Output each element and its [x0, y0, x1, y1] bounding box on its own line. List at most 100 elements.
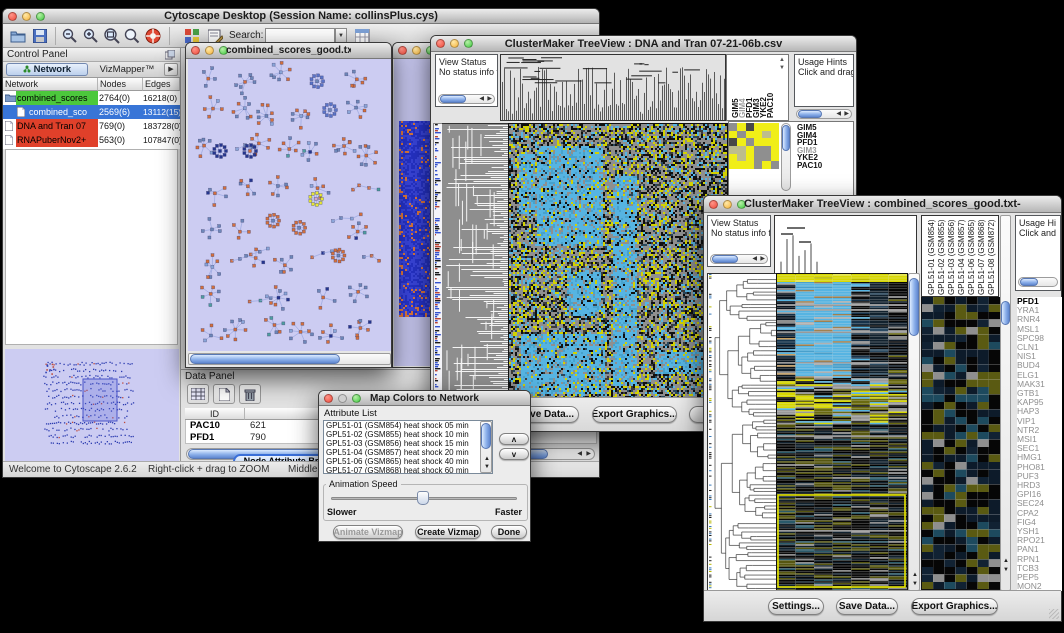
- done-button[interactable]: Done: [491, 525, 527, 539]
- close-button[interactable]: [709, 200, 718, 209]
- tv2-view-status-scrollbar[interactable]: ◀▶: [710, 254, 768, 264]
- minimize-button[interactable]: [450, 39, 459, 48]
- attribute-list-item[interactable]: GPL51-04 (GSM857) heat shock 20 min: [324, 448, 492, 457]
- tv2-heatmap[interactable]: [776, 273, 908, 593]
- map-colors-dialog: Map Colors to Network Attribute List GPL…: [318, 390, 531, 542]
- tv2-view-status-title: View Status: [711, 218, 758, 228]
- scroll-up-icon[interactable]: ▲: [484, 456, 490, 462]
- close-button[interactable]: [191, 46, 200, 55]
- close-button[interactable]: [398, 46, 407, 55]
- tv2-button-settings[interactable]: Settings...: [768, 598, 824, 615]
- col-header-network[interactable]: Network: [3, 78, 98, 91]
- slider-thumb[interactable]: [417, 491, 429, 505]
- tv1-row-dendrogram[interactable]: [442, 123, 508, 399]
- search-input[interactable]: [265, 28, 335, 43]
- scroll-up-icon[interactable]: ▲: [779, 57, 785, 63]
- attribute-list-item[interactable]: GPL51-06 (GSM865) heat shock 40 min: [324, 457, 492, 466]
- tv1-zoom-matrix[interactable]: [729, 123, 779, 169]
- network-table-row[interactable]: combined_sco2569(6)13112(15): [3, 105, 180, 119]
- tv1-zoom-vscrollbar[interactable]: [781, 123, 791, 191]
- tv2-button-save-data[interactable]: Save Data...: [836, 598, 898, 615]
- network-name: combined_sco: [29, 105, 98, 119]
- data-col-id[interactable]: ID: [185, 408, 245, 420]
- new-attribute-icon[interactable]: [213, 384, 235, 404]
- delete-attribute-trash-icon[interactable]: [239, 384, 261, 404]
- tv1-col-label: PAC10: [767, 93, 775, 118]
- scroll-down-icon[interactable]: ▼: [779, 65, 785, 71]
- tv2-usage-hints-scrollbar[interactable]: [1018, 277, 1058, 287]
- zoom-fit-icon[interactable]: [103, 27, 121, 45]
- tab-vizmapper[interactable]: VizMapper™: [91, 63, 163, 76]
- network-table-row[interactable]: RNAPuberNov2+563(0)107847(0): [3, 133, 180, 147]
- minimize-button[interactable]: [338, 394, 347, 403]
- tv2-row-dendrogram[interactable]: [707, 273, 777, 593]
- network-tree-empty-area: [5, 149, 178, 345]
- tv2-zoom-heatmap[interactable]: [921, 297, 1001, 590]
- scroll-up-icon[interactable]: ▲: [912, 572, 918, 578]
- tv1-view-status-panel: View StatusNo status info f ◀▶: [435, 54, 498, 107]
- tab-network[interactable]: Network: [6, 63, 88, 76]
- float-panel-icon[interactable]: [164, 49, 176, 61]
- attribute-list-item[interactable]: GPL51-07 (GSM868) heat shock 60 min: [324, 466, 492, 474]
- close-button[interactable]: [324, 394, 333, 403]
- tab-overflow-arrow[interactable]: ▶: [164, 63, 178, 76]
- col-header-edges[interactable]: Edges: [143, 78, 180, 91]
- minimize-button[interactable]: [22, 12, 31, 21]
- network-table-row[interactable]: combined_scores2764(0)16218(0): [3, 91, 180, 105]
- open-folder-icon[interactable]: [9, 27, 27, 45]
- tv2-button-export-graphics[interactable]: Export Graphics...: [911, 598, 998, 615]
- scroll-right-icon[interactable]: ▶: [586, 451, 591, 457]
- dialog-titlebar[interactable]: Map Colors to Network: [319, 391, 530, 406]
- tv1-button-export-graphics[interactable]: Export Graphics...: [592, 406, 677, 423]
- dense-network-grid[interactable]: [399, 121, 433, 317]
- close-button[interactable]: [8, 12, 17, 21]
- tv1-matrix-cell: [729, 123, 737, 131]
- move-up-button[interactable]: ʌ: [499, 433, 529, 445]
- tv1-column-dendrogram[interactable]: [500, 54, 726, 121]
- zoom-in-icon[interactable]: [82, 27, 100, 45]
- search-dropdown-arrow[interactable]: ▼: [335, 28, 347, 43]
- create-vizmap-button[interactable]: Create Vizmap: [415, 525, 481, 539]
- tv2-zoom-vscrollbar[interactable]: ▲ ▼: [1000, 215, 1011, 591]
- scroll-down-icon[interactable]: ▼: [484, 464, 490, 470]
- tv1-usage-hints-scrollbar[interactable]: ◀▶: [796, 109, 852, 119]
- resize-grip[interactable]: [1049, 609, 1059, 619]
- tv2-main-vscrollbar[interactable]: ▲ ▼: [908, 273, 920, 591]
- network-view-hscrollbar[interactable]: [188, 353, 391, 365]
- main-titlebar[interactable]: Cytoscape Desktop (Session Name: collins…: [3, 9, 599, 24]
- attribute-list-item[interactable]: GPL51-02 (GSM855) heat shock 10 min: [324, 430, 492, 439]
- zoom-out-icon[interactable]: [61, 27, 79, 45]
- treeview2-titlebar[interactable]: ClusterMaker TreeView : combined_scores_…: [704, 196, 1061, 213]
- animate-vizmap-button[interactable]: Animate Vizmap: [333, 525, 403, 539]
- tv1-zoom-column-labels: ▲ ▼ GIM5GIM4PFD1GIM3YKE2PAC10: [726, 54, 789, 121]
- close-button[interactable]: [436, 39, 445, 48]
- attribute-list[interactable]: GPL51-01 (GSM854) heat shock 05 minGPL51…: [323, 420, 493, 474]
- tv1-view-status-scrollbar[interactable]: ◀▶: [438, 94, 495, 104]
- birds-eye-view[interactable]: [5, 349, 179, 461]
- select-attributes-icon[interactable]: [187, 384, 209, 404]
- scroll-down-icon[interactable]: ▼: [1003, 567, 1009, 573]
- tv1-heatmap[interactable]: [508, 123, 728, 399]
- network-graph-view[interactable]: [188, 59, 391, 351]
- tv2-button-bar: Settings... Save Data... Export Graphics..…: [704, 590, 1061, 621]
- move-down-button[interactable]: v: [499, 448, 529, 460]
- minimize-button[interactable]: [723, 200, 732, 209]
- tv2-column-dendrogram[interactable]: [774, 215, 917, 275]
- attribute-list-item[interactable]: GPL51-01 (GSM854) heat shock 05 min: [324, 421, 492, 430]
- scroll-up-icon[interactable]: ▲: [1003, 558, 1009, 564]
- save-icon[interactable]: [31, 27, 49, 45]
- network-view-titlebar[interactable]: combined_scores_good.txt--cluste...: [186, 43, 391, 59]
- scroll-down-icon[interactable]: ▼: [912, 581, 918, 587]
- attribute-list-item[interactable]: GPL51-03 (GSM856) heat shock 15 min: [324, 439, 492, 448]
- minimize-button[interactable]: [412, 46, 421, 55]
- tv1-matrix-cell: [746, 161, 754, 169]
- dialog-title: Map Colors to Network: [359, 391, 490, 406]
- col-header-nodes[interactable]: Nodes: [98, 78, 143, 91]
- magnifier-icon[interactable]: [123, 27, 141, 45]
- help-lifering-icon[interactable]: [144, 27, 162, 45]
- network-table-row[interactable]: DNA and Tran 07769(0)183728(0): [3, 119, 180, 133]
- treeview1-titlebar[interactable]: ClusterMaker TreeView : DNA and Tran 07-…: [431, 36, 856, 52]
- minimize-button[interactable]: [205, 46, 214, 55]
- attribute-list-scrollbar[interactable]: ▲ ▼: [480, 421, 492, 473]
- scroll-left-icon[interactable]: ◀: [577, 451, 582, 457]
